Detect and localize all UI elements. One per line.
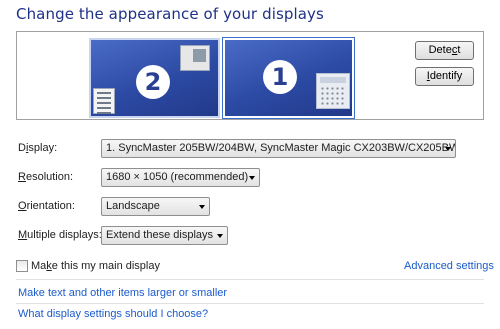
monitor-1-number: 1 (263, 60, 297, 94)
dropdown-arrow-icon (445, 147, 451, 151)
identify-label-post: dentify (429, 70, 463, 82)
display-select[interactable]: 1. SyncMaster 205BW/204BW, SyncMaster Ma… (101, 139, 456, 158)
multiple-accelerator: M (18, 229, 28, 241)
detect-label-pre: Dete (428, 44, 452, 56)
resolution-label-post: esolution: (25, 171, 74, 183)
divider (16, 279, 484, 280)
calculator-icon (316, 73, 350, 109)
detect-label-post: t (457, 44, 461, 56)
monitor-arrangement-panel[interactable]: 2 1 (16, 31, 484, 120)
multiple-displays-label: Multiple displays: (18, 229, 102, 241)
resolution-label: Resolution: (18, 171, 73, 183)
help-link[interactable]: What display settings should I choose? (18, 308, 208, 320)
main-display-label-post: e this my main display (51, 260, 160, 272)
dropdown-arrow-icon (249, 176, 255, 180)
orientation-select[interactable]: Landscape (101, 197, 210, 216)
identify-button[interactable]: Identify (415, 67, 474, 86)
orientation-label: Orientation: (18, 200, 75, 212)
monitor-2-number: 2 (136, 65, 170, 99)
resolution-accelerator: R (18, 171, 26, 183)
resolution-select-value: 1680 × 1050 (recommended) (106, 171, 249, 183)
detect-button[interactable]: Detect (415, 41, 474, 60)
document-icon (93, 88, 115, 114)
orientation-accelerator: O (18, 200, 27, 212)
window-icon (180, 45, 210, 71)
display-label: Display: (18, 142, 57, 154)
resolution-select[interactable]: 1680 × 1050 (recommended) (101, 168, 260, 187)
main-display-label-pre: Ma (31, 260, 47, 272)
display-label-lead: D (18, 142, 26, 154)
monitor-2[interactable]: 2 (89, 38, 220, 118)
orientation-label-post: rientation: (26, 200, 75, 212)
multiple-displays-select[interactable]: Extend these displays (101, 226, 228, 245)
multiple-label-post: ultiple displays: (27, 229, 102, 241)
text-size-link[interactable]: Make text and other items larger or smal… (18, 287, 227, 299)
display-label-post: splay: (28, 142, 58, 154)
multiple-displays-select-value: Extend these displays (106, 229, 214, 241)
main-display-label[interactable]: Make this my main display (31, 260, 160, 272)
advanced-settings-link[interactable]: Advanced settings (404, 260, 494, 272)
orientation-select-value: Landscape (106, 200, 160, 212)
display-select-value: 1. SyncMaster 205BW/204BW, SyncMaster Ma… (106, 142, 455, 154)
divider (16, 303, 484, 304)
monitor-1[interactable]: 1 (222, 37, 355, 119)
page-title: Change the appearance of your displays (16, 5, 324, 23)
dropdown-arrow-icon (217, 234, 223, 238)
dropdown-arrow-icon (199, 205, 205, 209)
main-display-checkbox[interactable] (16, 260, 28, 272)
